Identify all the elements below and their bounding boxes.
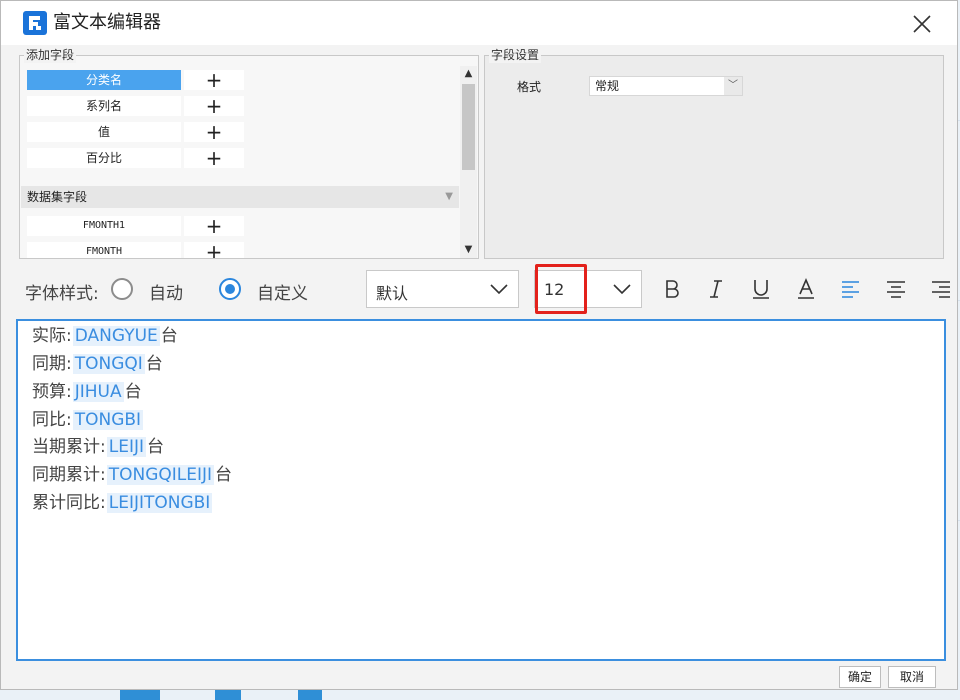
- field-tag[interactable]: LEIJI: [106, 437, 146, 457]
- add-field-button[interactable]: +: [184, 70, 244, 90]
- plus-icon: +: [205, 94, 223, 118]
- font-family-value: 默认: [376, 284, 409, 303]
- close-icon[interactable]: [911, 13, 933, 35]
- chevron-down-icon: [613, 284, 631, 295]
- font-toolbar: 字体样式: 自动 自定义 默认 12: [1, 265, 959, 313]
- cancel-button[interactable]: 取消: [888, 666, 936, 688]
- add-field-button[interactable]: +: [184, 122, 244, 142]
- align-center-icon[interactable]: [884, 277, 908, 301]
- italic-icon[interactable]: [704, 277, 728, 301]
- line-suffix: 台: [124, 382, 142, 402]
- font-size-select[interactable]: 12: [534, 270, 642, 308]
- editor-line: 累计同比: LEIJITONGBI: [32, 490, 213, 516]
- add-field-button[interactable]: +: [184, 242, 244, 258]
- bg-bar: [215, 690, 241, 700]
- field-tag[interactable]: JIHUA: [72, 382, 124, 402]
- format-label: 格式: [517, 80, 542, 94]
- field-name[interactable]: 值: [27, 122, 181, 142]
- format-value: 常规: [595, 79, 620, 93]
- editor-line: 实际: DANGYUE 台: [32, 323, 178, 349]
- line-label: 同期:: [32, 354, 72, 374]
- title-bar: 富文本编辑器: [1, 1, 957, 45]
- scroll-thumb[interactable]: [462, 84, 475, 170]
- line-suffix: 台: [160, 326, 178, 346]
- editor-line: 同比: TONGBI: [32, 407, 144, 433]
- field-tag[interactable]: TONGQILEIJI: [106, 465, 215, 485]
- chevron-down-icon: [490, 284, 508, 295]
- add-field-button[interactable]: +: [184, 96, 244, 116]
- line-label: 实际:: [32, 326, 72, 346]
- field-tag[interactable]: TONGBI: [72, 410, 144, 430]
- editor-line: 预算: JIHUA 台: [32, 379, 142, 405]
- line-label: 同期累计:: [32, 465, 106, 485]
- window-title: 富文本编辑器: [53, 12, 161, 33]
- field-name[interactable]: 百分比: [27, 148, 181, 168]
- add-field-button[interactable]: +: [184, 216, 244, 236]
- align-left-icon[interactable]: [839, 277, 863, 301]
- add-field-button[interactable]: +: [184, 148, 244, 168]
- editor-line: 同期: TONGQI 台: [32, 351, 163, 377]
- dataset-fields-header[interactable]: 数据集字段 ▼: [21, 186, 459, 208]
- plus-icon: +: [205, 68, 223, 92]
- auto-radio[interactable]: [111, 278, 133, 300]
- collapse-caret-icon: ▼: [445, 191, 453, 202]
- line-label: 当期累计:: [32, 437, 106, 457]
- dataset-fields-label: 数据集字段: [27, 190, 88, 204]
- auto-radio-label[interactable]: 自动: [149, 279, 183, 304]
- plus-icon: +: [205, 240, 223, 258]
- ok-button[interactable]: 确定: [839, 666, 881, 688]
- line-suffix: 台: [147, 437, 164, 457]
- field-list: 分类名 + 系列名 + 值 + 百分比 + 数据集字段 ▼ FMONTH1 +: [21, 64, 459, 258]
- rich-text-editor-area[interactable]: 实际: DANGYUE 台 同期: TONGQI 台 预算: JIHUA 台 同比: TONG…: [16, 319, 946, 661]
- app-logo-icon: [23, 11, 47, 35]
- custom-radio[interactable]: [219, 278, 241, 300]
- plus-icon: +: [205, 146, 223, 170]
- line-label: 累计同比:: [32, 493, 106, 513]
- plus-icon: +: [205, 214, 223, 238]
- field-list-scrollbar[interactable]: ▲ ▼: [460, 66, 477, 258]
- field-settings-legend: 字段设置: [489, 47, 542, 63]
- bold-icon[interactable]: [660, 277, 684, 301]
- bg-bar: [298, 690, 322, 700]
- line-label: 预算:: [32, 382, 72, 402]
- format-select[interactable]: 常规 ﹀: [589, 76, 743, 96]
- field-tag[interactable]: DANGYUE: [72, 326, 160, 346]
- font-family-select[interactable]: 默认: [366, 270, 519, 308]
- scroll-up-icon[interactable]: ▲: [460, 66, 477, 82]
- editor-line: 同期累计: TONGQILEIJI 台: [32, 462, 232, 488]
- line-label: 同比:: [32, 410, 72, 430]
- field-name[interactable]: FMONTH: [27, 242, 181, 258]
- line-suffix: 台: [215, 465, 233, 485]
- add-fields-legend: 添加字段: [24, 47, 77, 63]
- font-size-value: 12: [544, 280, 565, 299]
- field-name[interactable]: FMONTH1: [27, 216, 181, 236]
- custom-radio-label[interactable]: 自定义: [257, 279, 308, 304]
- scroll-down-icon[interactable]: ▼: [460, 242, 477, 258]
- field-name[interactable]: 分类名: [27, 70, 181, 90]
- chevron-down-icon: ﹀: [724, 77, 742, 95]
- field-tag[interactable]: TONGQI: [72, 354, 145, 374]
- field-name[interactable]: 系列名: [27, 96, 181, 116]
- field-tag[interactable]: LEIJITONGBI: [106, 493, 213, 513]
- align-right-icon[interactable]: [929, 277, 953, 301]
- line-suffix: 台: [145, 354, 163, 374]
- font-style-label: 字体样式:: [25, 284, 99, 304]
- plus-icon: +: [205, 120, 223, 144]
- font-color-icon[interactable]: [794, 277, 818, 301]
- add-fields-group: 添加字段 分类名 + 系列名 + 值 + 百分比 + 数据集字段 ▼ FMONT…: [19, 47, 479, 259]
- rich-text-editor-dialog: 富文本编辑器 添加字段 分类名 + 系列名 + 值 + 百分比 + 数据集字段 …: [0, 0, 958, 690]
- underline-icon[interactable]: [749, 277, 773, 301]
- bg-bar: [120, 690, 160, 700]
- field-settings-group: 字段设置 格式 常规 ﹀: [484, 47, 944, 259]
- editor-line: 当期累计: LEIJI 台: [32, 434, 164, 460]
